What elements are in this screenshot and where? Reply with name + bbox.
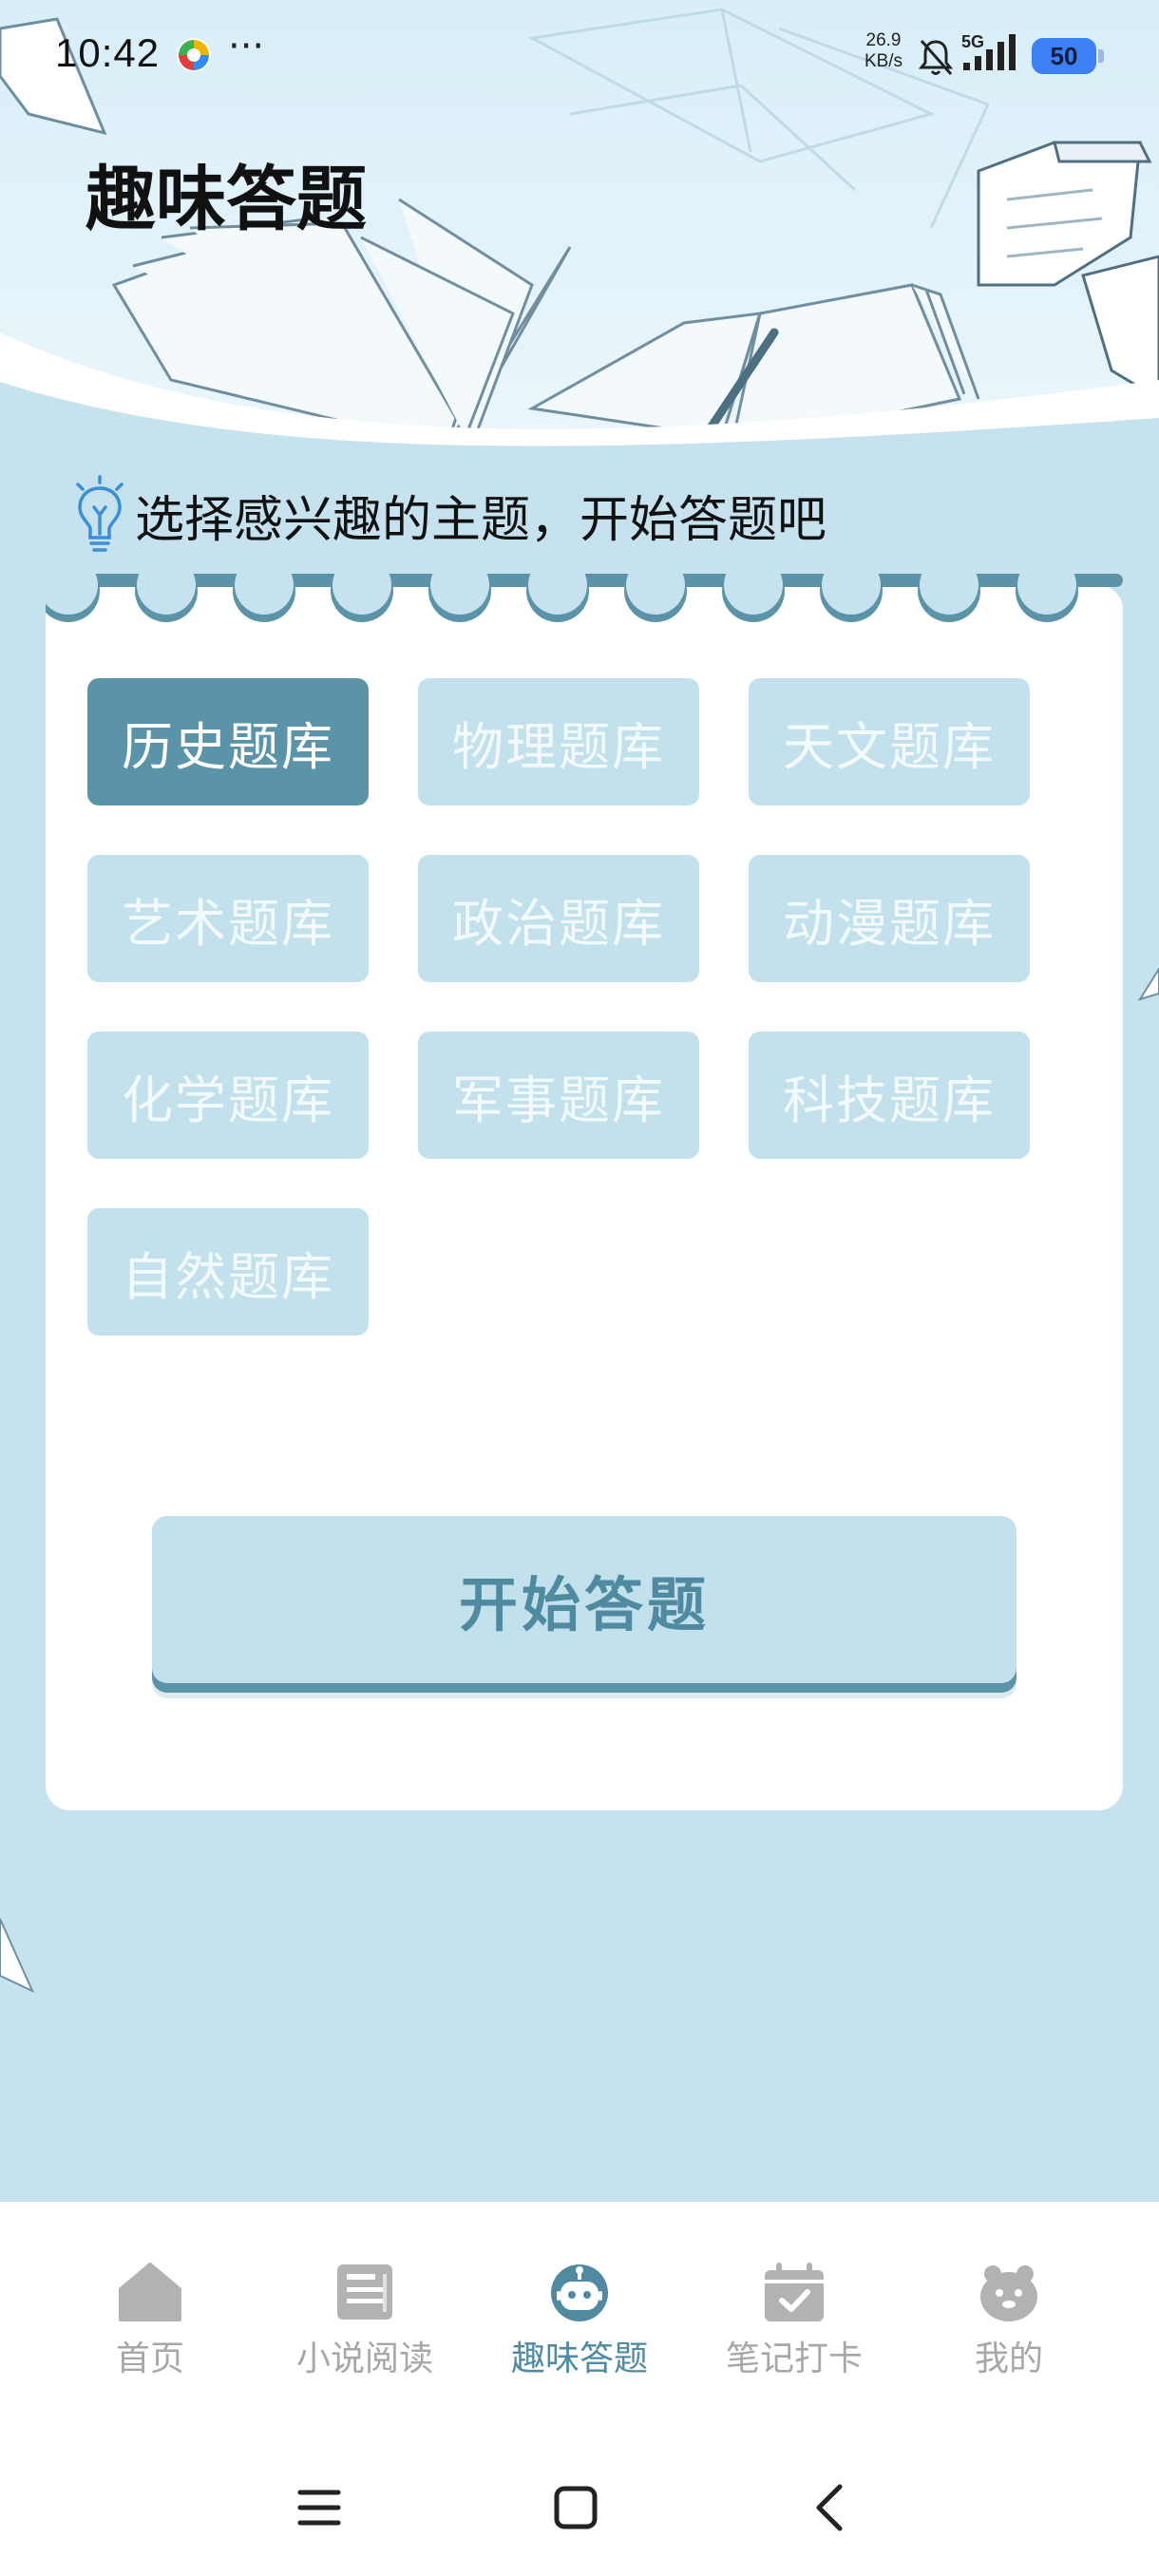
- tab-label: 笔记打卡: [725, 2339, 863, 2378]
- topic-button[interactable]: 天文题库: [749, 678, 1030, 805]
- status-time: 10:42: [55, 30, 161, 75]
- paper-edge-decoration: [1137, 967, 1159, 1001]
- topic-button[interactable]: 科技题库: [749, 1032, 1030, 1159]
- lightbulb-icon: [76, 475, 124, 552]
- topic-button[interactable]: 政治题库: [418, 855, 699, 982]
- app-notification-icon: [177, 38, 211, 72]
- status-bar: 10:42 ··· 26.9 KB/s 5G 50: [0, 0, 1159, 114]
- tab-note-checkin[interactable]: 笔记打卡: [699, 2261, 889, 2394]
- robot-icon: [551, 2264, 608, 2321]
- tab-home[interactable]: 首页: [55, 2261, 245, 2394]
- tab-label: 趣味答题: [510, 2339, 648, 2378]
- back-icon[interactable]: [802, 2479, 859, 2536]
- more-icon: ···: [228, 25, 265, 68]
- home-icon: [119, 2263, 181, 2321]
- tab-fun-quiz[interactable]: 趣味答题: [484, 2261, 674, 2394]
- signal-icon: 5G: [961, 32, 1016, 70]
- tab-mine[interactable]: 我的: [914, 2261, 1104, 2394]
- card-scallop-border: [46, 574, 1123, 622]
- topic-button[interactable]: 历史题库: [87, 678, 369, 805]
- menu-icon[interactable]: [291, 2479, 348, 2536]
- topic-button[interactable]: 自然题库: [87, 1208, 369, 1335]
- profile-icon: [980, 2265, 1037, 2321]
- book-icon: [337, 2264, 392, 2320]
- page-title: 趣味答题: [86, 159, 367, 240]
- tab-label: 我的: [974, 2339, 1043, 2378]
- prompt: 选择感兴趣的主题，开始答题吧: [70, 475, 826, 555]
- topic-grid: 历史题库 物理题库 天文题库艺术题库 政治题库 动漫题库化学题库 军事题库 科技题库自然题库: [87, 678, 1037, 1335]
- topic-button[interactable]: 军事题库: [418, 1032, 699, 1159]
- calendar-check-icon: [765, 2263, 824, 2321]
- tab-novel-reading[interactable]: 小说阅读: [270, 2261, 460, 2394]
- tab-label: 首页: [115, 2339, 184, 2378]
- home-square-icon[interactable]: [547, 2479, 604, 2536]
- topic-button[interactable]: 动漫题库: [749, 855, 1030, 982]
- battery-indicator: 50: [1032, 38, 1104, 74]
- network-speed: 26.9 KB/s: [864, 30, 903, 71]
- paper-edge-decoration: [0, 1918, 35, 1994]
- start-quiz-button[interactable]: 开始答题: [152, 1516, 1016, 1683]
- topic-button[interactable]: 艺术题库: [87, 855, 369, 982]
- svg-text:5G: 5G: [961, 32, 984, 51]
- topic-button[interactable]: 物理题库: [418, 678, 699, 805]
- prompt-text: 选择感兴趣的主题，开始答题吧: [135, 491, 827, 549]
- topic-button[interactable]: 化学题库: [87, 1032, 369, 1159]
- bell-muted-icon: [918, 40, 954, 75]
- tab-label: 小说阅读: [295, 2339, 433, 2378]
